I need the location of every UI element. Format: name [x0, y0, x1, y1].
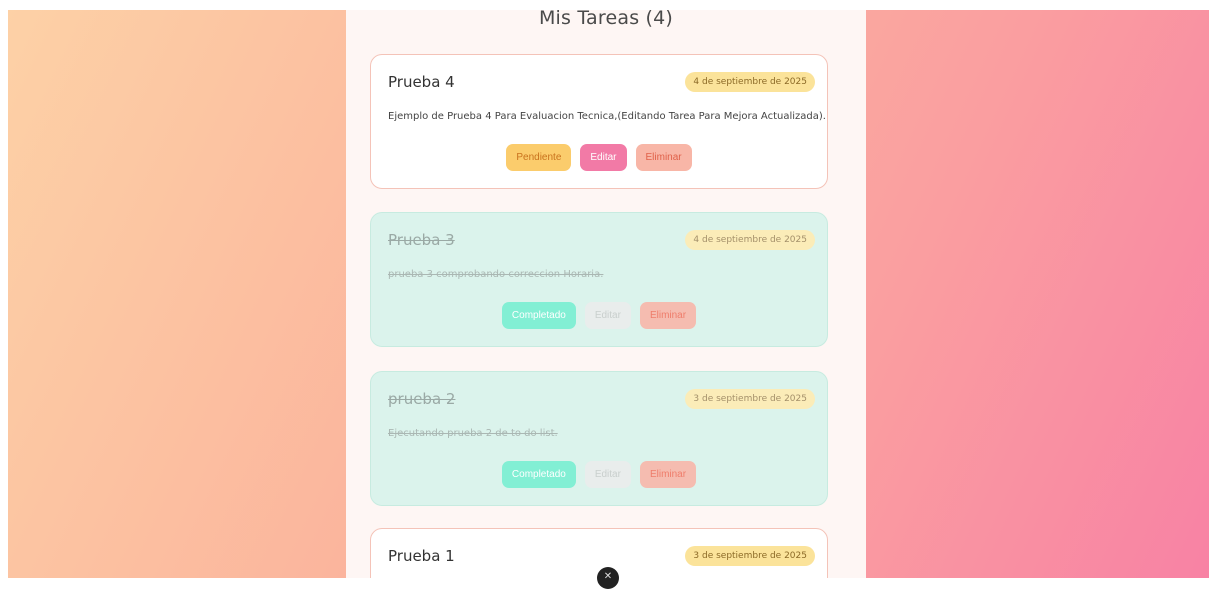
page-background: Mis Tareas (4) Prueba 4 4 de septiembre … — [8, 10, 1209, 578]
edit-button[interactable]: Editar — [580, 144, 627, 171]
edit-button: Editar — [584, 461, 631, 488]
status-toggle-button[interactable]: Pendiente — [506, 144, 572, 171]
status-toggle-button[interactable]: Completado — [501, 302, 576, 329]
task-card: Prueba 4 4 de septiembre de 2025 Ejemplo… — [370, 54, 828, 189]
delete-button[interactable]: Eliminar — [639, 461, 697, 488]
status-toggle-button[interactable]: Completado — [501, 461, 576, 488]
task-description: Ejemplo de Prueba 4 Para Evaluacion Tecn… — [388, 111, 826, 122]
delete-button[interactable]: Eliminar — [639, 302, 697, 329]
task-date-badge: 3 de septiembre de 2025 — [685, 546, 815, 566]
task-actions: Completado Editar Eliminar — [371, 302, 827, 329]
task-date-badge: 4 de septiembre de 2025 — [685, 230, 815, 250]
task-description: Ejecutando prueba 2 de to do list. — [388, 428, 558, 439]
task-card: prueba 2 3 de septiembre de 2025 Ejecuta… — [370, 371, 828, 506]
task-description: prueba 3 comprobando correccion Horaria. — [388, 269, 604, 280]
task-date-badge: 3 de septiembre de 2025 — [685, 389, 815, 409]
task-date-badge: 4 de septiembre de 2025 — [685, 72, 815, 92]
task-list-panel[interactable]: Mis Tareas (4) Prueba 4 4 de septiembre … — [346, 10, 866, 578]
task-title: Prueba 3 — [388, 231, 455, 249]
delete-button[interactable]: Eliminar — [635, 144, 692, 171]
task-card: Prueba 3 4 de septiembre de 2025 prueba … — [370, 212, 828, 347]
task-title: Prueba 4 — [388, 73, 455, 91]
task-title: Prueba 1 — [388, 547, 455, 565]
task-actions: Pendiente Editar Eliminar — [371, 144, 827, 171]
edit-button: Editar — [584, 302, 631, 329]
close-icon[interactable]: ✕ — [597, 567, 619, 589]
page-title: Mis Tareas (4) — [538, 10, 674, 29]
task-actions: Completado Editar Eliminar — [371, 461, 827, 488]
task-title: prueba 2 — [388, 390, 456, 408]
